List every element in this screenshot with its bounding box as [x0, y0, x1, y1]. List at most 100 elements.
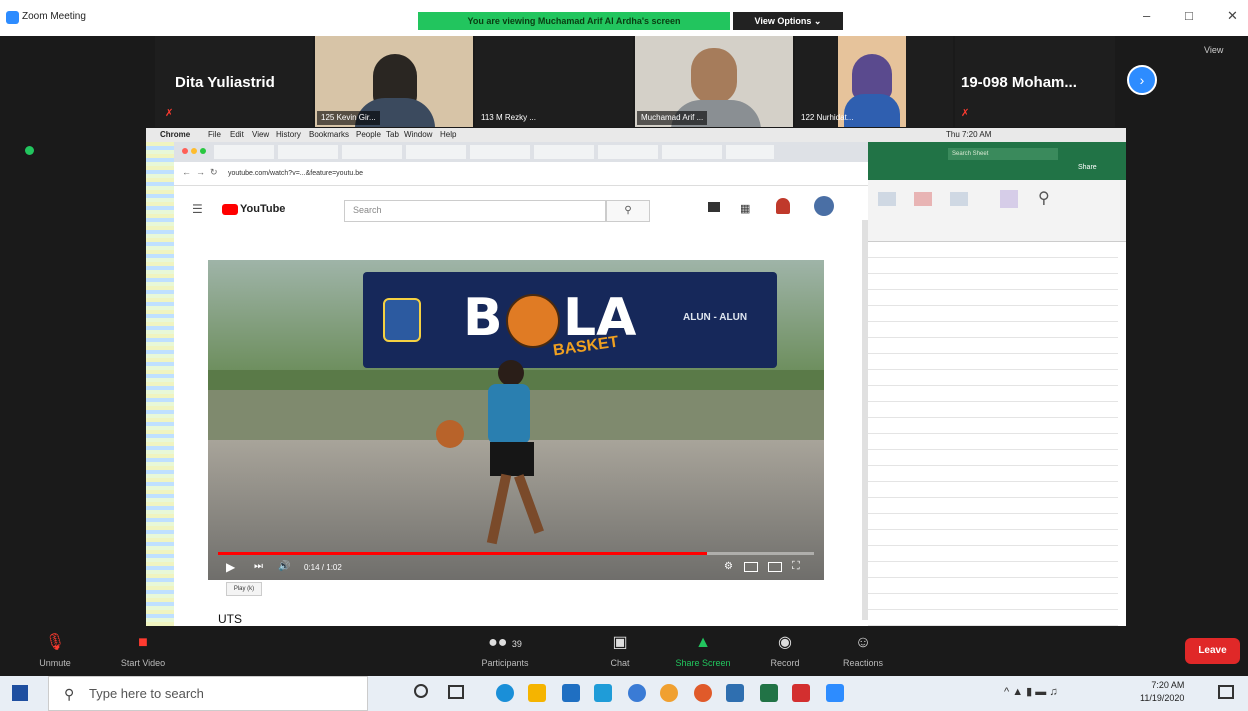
share-screen-button[interactable]: ▲ Share Screen — [662, 626, 744, 676]
participant-tile-1[interactable]: Dita Yuliastrid ✗ — [155, 36, 313, 127]
taskbar-clock[interactable]: 7:20 AM 11/19/2020 — [1140, 679, 1184, 705]
notifications-icon[interactable] — [776, 198, 790, 214]
participant-tile-4[interactable]: Muchamad Arif ... — [635, 36, 793, 127]
menu-history[interactable]: History — [276, 130, 301, 139]
zoom-dot-icon[interactable] — [200, 148, 206, 154]
find-select-icon[interactable]: ⚲ — [1038, 188, 1050, 208]
participants-label: Participants — [481, 658, 529, 668]
emblem-icon — [383, 298, 421, 342]
excel-share-button[interactable]: Share — [1078, 164, 1097, 171]
minimize-dot-icon[interactable] — [191, 148, 197, 154]
windows-taskbar: Type here to search ⚲ ^ ▲ ▮ ▬ ♫ 7:20 AM … — [0, 676, 1248, 711]
zoom-toolbar: 🎙 Unmute ■ Start Video ●● 39 Participant… — [0, 626, 1248, 676]
apps-grid-icon[interactable]: ▦ — [740, 202, 750, 215]
video-title: UTS — [218, 612, 242, 626]
reactions-icon: ☺ — [854, 634, 872, 651]
share-screen-label: Share Screen — [675, 658, 731, 668]
view-options-button[interactable]: View Options ⌄ — [733, 12, 843, 30]
delete-icon[interactable] — [914, 192, 932, 206]
participant-tile-5[interactable]: 122 Nurhidat... — [795, 36, 953, 127]
format-icon[interactable] — [950, 192, 968, 206]
task-view-icon[interactable] — [448, 685, 464, 699]
mail-icon[interactable] — [562, 684, 580, 702]
next-page-button[interactable]: › — [1127, 65, 1157, 95]
browser-tabs[interactable] — [214, 145, 774, 159]
youtube-search-input[interactable]: Search — [344, 200, 606, 222]
forward-icon[interactable]: → — [196, 167, 205, 177]
account-avatar[interactable] — [814, 196, 834, 216]
back-icon[interactable]: ← — [182, 167, 191, 177]
menu-people[interactable]: People — [356, 130, 381, 139]
create-video-icon[interactable] — [708, 202, 720, 212]
record-icon: ◉ — [778, 634, 792, 651]
participants-count: 39 — [511, 639, 522, 649]
word-icon[interactable] — [726, 684, 744, 702]
start-video-label: Start Video — [120, 658, 166, 668]
view-button[interactable]: View — [1204, 45, 1223, 55]
edge-icon[interactable] — [496, 684, 514, 702]
excel-search-input[interactable]: Search Sheet — [948, 148, 1058, 160]
excel-grid[interactable] — [868, 242, 1118, 626]
close-dot-icon[interactable] — [182, 148, 188, 154]
excel-icon[interactable] — [760, 684, 778, 702]
menu-window[interactable]: Window — [404, 130, 432, 139]
menu-bookmarks[interactable]: Bookmarks — [309, 130, 349, 139]
chat-button[interactable]: ▣ Chat — [595, 626, 645, 676]
maximize-button[interactable]: □ — [1185, 8, 1193, 23]
menu-icon[interactable]: ☰ — [192, 202, 203, 216]
video-player[interactable]: B LA BASKET ALUN - ALUN ▶ ⏭ 🔊 0:14 / 1:0… — [208, 260, 824, 580]
participant-tile-6[interactable]: 19-098 Moham... ✗ — [955, 36, 1115, 127]
media-icon[interactable] — [694, 684, 712, 702]
menu-tab[interactable]: Tab — [386, 130, 399, 139]
youtube-logo[interactable]: YouTube — [222, 203, 285, 215]
url-field[interactable]: youtube.com/watch?v=...&feature=youtu.be — [228, 167, 668, 181]
progress-bar[interactable] — [218, 552, 814, 555]
system-tray-icons[interactable]: ^ ▲ ▮ ▬ ♫ — [1004, 685, 1058, 698]
menu-help[interactable]: Help — [440, 130, 456, 139]
menu-file[interactable]: File — [208, 130, 221, 139]
video-off-icon: ■ — [138, 634, 148, 651]
sort-filter-icon[interactable] — [1000, 190, 1018, 208]
basketball-ball — [436, 420, 464, 448]
menu-view[interactable]: View — [252, 130, 269, 139]
participant-tile-2[interactable]: 125 Kevin Gir... — [315, 36, 473, 127]
start-video-button[interactable]: ■ Start Video — [108, 626, 178, 676]
settings-gear-icon[interactable]: ⚙ — [724, 561, 733, 572]
reactions-button[interactable]: ☺ Reactions — [832, 626, 894, 676]
windows-start-icon[interactable] — [12, 685, 28, 701]
chrome-icon[interactable] — [660, 684, 678, 702]
reload-icon[interactable]: ↻ — [210, 167, 218, 178]
search-icon[interactable]: ⚲ — [606, 200, 650, 222]
menu-chrome[interactable]: Chrome — [160, 130, 190, 139]
pdf-icon[interactable] — [792, 684, 810, 702]
chat-icon: ▣ — [612, 634, 628, 651]
app-l-icon[interactable] — [594, 684, 612, 702]
record-button[interactable]: ◉ Record — [760, 626, 810, 676]
notifications-icon[interactable] — [1218, 685, 1234, 699]
volume-icon[interactable]: 🔊 — [278, 561, 290, 572]
theater-mode-icon[interactable] — [768, 562, 782, 572]
miniplayer-icon[interactable] — [744, 562, 758, 572]
mac-clock: Thu 7:20 AM — [946, 130, 992, 139]
zoom-taskbar-icon[interactable] — [826, 684, 844, 702]
minimize-button[interactable]: – — [1143, 8, 1150, 23]
next-video-icon[interactable]: ⏭ — [254, 561, 263, 572]
close-button[interactable]: ✕ — [1227, 8, 1238, 24]
unmute-button[interactable]: 🎙 Unmute — [30, 626, 80, 676]
leave-button[interactable]: Leave — [1185, 638, 1240, 664]
play-icon[interactable]: ▶ — [226, 560, 235, 574]
insert-icon[interactable] — [878, 192, 896, 206]
fullscreen-icon[interactable]: ⛶ — [792, 560, 800, 573]
menu-edit[interactable]: Edit — [230, 130, 244, 139]
participant-tile-3[interactable]: 113 M Rezky ... — [475, 36, 633, 127]
unmute-label: Unmute — [39, 658, 71, 668]
browser-icon[interactable] — [628, 684, 646, 702]
billboard-right-text: ALUN - ALUN — [683, 312, 748, 323]
cortana-icon[interactable] — [414, 684, 428, 698]
video-time: 0:14 / 1:02 — [304, 563, 342, 572]
reactions-label: Reactions — [842, 658, 884, 668]
participants-icon: ●● 39 — [488, 634, 522, 651]
taskbar-search-input[interactable]: Type here to search — [48, 676, 368, 711]
file-explorer-icon[interactable] — [528, 684, 546, 702]
participants-button[interactable]: ●● 39 Participants — [470, 626, 540, 676]
